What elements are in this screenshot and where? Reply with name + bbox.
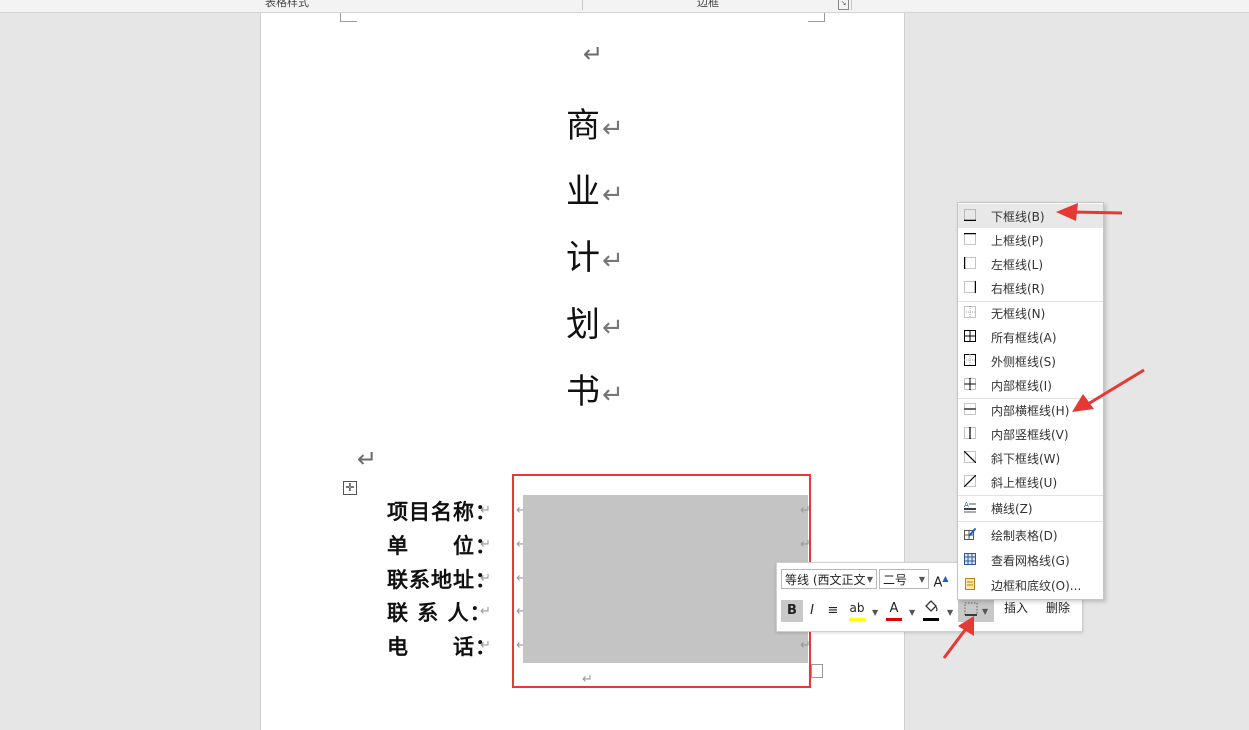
chevron-down-icon: ▼ bbox=[918, 575, 925, 584]
font-color-icon: A bbox=[889, 601, 899, 616]
menu-item-left-border[interactable]: 左框线(L) bbox=[958, 252, 1103, 276]
menu-item-top-border[interactable]: 上框线(P) bbox=[958, 228, 1103, 252]
menu-item-view-gridlines[interactable]: 查看网格线(G) bbox=[958, 548, 1103, 572]
ribbon-strip: 表格样式 边框 ↘ bbox=[0, 0, 1249, 13]
crop-mark bbox=[340, 13, 357, 22]
right-border-icon bbox=[964, 281, 976, 293]
no-border-icon bbox=[964, 306, 976, 318]
menu-item-horizontal-line[interactable]: A 横线(Z) bbox=[958, 496, 1103, 520]
crop-mark bbox=[808, 13, 825, 22]
dialog-launcher-icon[interactable]: ↘ bbox=[838, 0, 849, 10]
center-align-button[interactable]: ≡ bbox=[825, 600, 841, 622]
inside-vertical-border-icon bbox=[964, 427, 976, 439]
view-gridlines-icon bbox=[964, 553, 976, 565]
ribbon-separator bbox=[851, 0, 852, 10]
title-char[interactable]: 商↵ bbox=[566, 106, 624, 149]
ribbon-separator bbox=[582, 0, 583, 10]
font-color-bar bbox=[886, 618, 902, 621]
borders-shading-icon bbox=[965, 578, 975, 590]
font-color-button[interactable]: A bbox=[885, 598, 903, 620]
cell-mark: ↵ bbox=[480, 638, 491, 653]
menu-separator bbox=[958, 521, 1103, 522]
chevron-down-icon[interactable]: ▼ bbox=[872, 608, 878, 617]
title-char[interactable]: 书↵ bbox=[566, 372, 624, 415]
menu-item-draw-table[interactable]: 绘制表格(D) bbox=[958, 523, 1103, 547]
paragraph-mark: ↵ bbox=[357, 445, 378, 473]
menu-item-inside-vertical-border[interactable]: 内部竖框线(V) bbox=[958, 422, 1103, 446]
shading-color-bar bbox=[923, 618, 939, 621]
menu-item-borders-and-shading[interactable]: 边框和底纹(O)... bbox=[958, 573, 1103, 597]
menu-item-diagonal-down-border[interactable]: 斜下框线(W) bbox=[958, 446, 1103, 470]
paragraph-mark: ↵ bbox=[583, 40, 604, 68]
svg-text:A: A bbox=[964, 501, 969, 509]
insert-button[interactable]: 插入 bbox=[999, 597, 1033, 619]
title-char[interactable]: 计↵ bbox=[566, 238, 624, 281]
highlight-button[interactable]: ab bbox=[847, 597, 867, 619]
diagonal-up-border-icon bbox=[964, 475, 976, 487]
menu-item-no-border[interactable]: 无框线(N) bbox=[958, 301, 1103, 325]
cell-mark: ↵ bbox=[480, 503, 491, 518]
inside-horizontal-border-icon bbox=[964, 403, 976, 415]
outside-borders-icon bbox=[964, 354, 976, 366]
ribbon-group-borders: 边框 bbox=[697, 0, 719, 9]
annotation-highlight-box bbox=[512, 474, 811, 688]
annotation-arrow-icon bbox=[1072, 368, 1145, 412]
cell-mark: ↵ bbox=[480, 571, 491, 586]
table-move-handle-icon[interactable]: ✛ bbox=[343, 481, 357, 495]
ribbon-group-table-styles: 表格样式 bbox=[265, 0, 309, 9]
highlight-icon: ab bbox=[849, 601, 865, 615]
title-char[interactable]: 业↵ bbox=[566, 172, 624, 215]
annotation-arrow-icon bbox=[942, 616, 974, 659]
shading-button[interactable] bbox=[922, 598, 940, 620]
top-border-icon bbox=[964, 233, 976, 245]
table-resize-handle[interactable] bbox=[811, 664, 823, 678]
title-char[interactable]: 划↵ bbox=[566, 305, 624, 348]
inside-borders-icon bbox=[964, 378, 976, 390]
draw-table-icon bbox=[964, 528, 976, 540]
chevron-down-icon[interactable]: ▼ bbox=[909, 608, 915, 617]
menu-item-right-border[interactable]: 右框线(R) bbox=[958, 276, 1103, 300]
italic-button[interactable]: I bbox=[805, 600, 819, 622]
cell-mark: ↵ bbox=[480, 604, 491, 619]
bottom-border-icon bbox=[964, 209, 976, 221]
horizontal-line-icon: A bbox=[964, 501, 976, 513]
left-border-icon bbox=[964, 257, 976, 269]
chevron-down-icon: ▼ bbox=[866, 575, 873, 584]
cell-mark: ↵ bbox=[480, 537, 491, 552]
paint-bucket-icon bbox=[925, 600, 938, 612]
menu-item-diagonal-up-border[interactable]: 斜上框线(U) bbox=[958, 470, 1103, 494]
font-name-combo[interactable]: 等线 (西文正文 ▼ bbox=[781, 569, 877, 589]
chevron-down-icon: ▼ bbox=[981, 607, 989, 616]
form-label-contact[interactable]: 联 系 人： bbox=[387, 600, 492, 626]
font-size-combo[interactable]: 二号 ▼ bbox=[879, 569, 929, 589]
grow-font-button[interactable]: A▲ bbox=[931, 568, 951, 590]
delete-button[interactable]: 删除 bbox=[1039, 597, 1077, 619]
annotation-arrow-icon bbox=[1056, 203, 1123, 221]
all-borders-icon bbox=[964, 330, 976, 342]
bold-button[interactable]: B bbox=[781, 600, 803, 622]
menu-item-all-borders[interactable]: 所有框线(A) bbox=[958, 325, 1103, 349]
diagonal-down-border-icon bbox=[964, 451, 976, 463]
highlight-color-bar bbox=[849, 618, 865, 621]
